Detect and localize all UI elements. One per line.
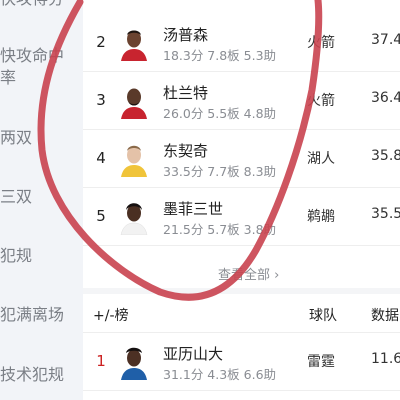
sidebar-item-label: 两双 — [0, 128, 33, 147]
column-header-team: 球队 — [309, 308, 337, 324]
sidebar-item-technical-fouls[interactable]: 技术犯规 — [0, 364, 83, 386]
sidebar-item-fastbreak-pct[interactable]: 快攻命中率 — [0, 45, 70, 89]
sidebar-item-label: 快攻命中率 — [0, 46, 65, 87]
rank-number: 4 — [96, 149, 106, 167]
stat-value: 37.4 — [371, 32, 400, 48]
stat-value: 35.5 — [371, 206, 400, 222]
player-stats: 26.0分 5.5板 4.8助 — [163, 106, 277, 121]
player-avatar — [121, 30, 147, 61]
plus-minus-header: +/-榜 球队 数据 — [83, 294, 400, 333]
stat-category-sidebar: 快攻得分 快攻命中率 两双 三双 犯规 犯满离场 技术犯规 — [0, 0, 83, 400]
see-all-link[interactable]: 查看全部 › — [218, 264, 279, 283]
player-stats: 33.5分 7.7板 8.3助 — [163, 164, 277, 179]
sidebar-item-label: 三双 — [0, 187, 33, 206]
player-name: 墨菲三世 — [163, 200, 224, 218]
team-name: 鹈鹕 — [307, 209, 335, 225]
team-name: 雷霆 — [307, 354, 335, 370]
table-row[interactable]: 3 杜兰特 26.0分 5.5板 4.8助 火箭 36.4 — [83, 72, 400, 130]
rank-number: 5 — [96, 207, 106, 225]
player-avatar — [121, 145, 147, 177]
player-avatar — [121, 88, 147, 119]
sidebar-item-label: 技术犯规 — [0, 365, 65, 384]
player-avatar — [121, 347, 147, 380]
rank-number: 1 — [96, 352, 106, 370]
player-name: 东契奇 — [163, 142, 209, 160]
sidebar-item-fouls[interactable]: 犯规 — [0, 245, 83, 267]
stat-value: 35.8 — [371, 148, 400, 164]
player-name: 杜兰特 — [163, 84, 209, 102]
sidebar-item-double-double[interactable]: 两双 — [0, 127, 83, 149]
stat-value: 11.6 — [371, 351, 400, 367]
stat-value: 36.4 — [371, 90, 400, 106]
rank-number: 3 — [96, 91, 106, 109]
table-row[interactable]: 5 墨菲三世 21.5分 5.7板 3.8助 鹈鹕 35.5 — [83, 188, 400, 246]
player-name: 汤普森 — [163, 26, 209, 44]
sidebar-item-label: 快攻得分 — [0, 0, 64, 8]
team-name: 火箭 — [307, 35, 335, 51]
table-row[interactable]: 4 东契奇 33.5分 7.7板 8.3助 湖人 35.8 — [83, 130, 400, 188]
team-name: 火箭 — [307, 93, 335, 109]
sidebar-item-triple-double[interactable]: 三双 — [0, 186, 83, 208]
player-name: 亚历山大 — [163, 345, 224, 363]
player-stats: 31.1分 4.3板 6.6助 — [163, 367, 277, 382]
table-row[interactable]: 1 亚历山大 31.1分 4.3板 6.6助 雷霆 11.6 — [83, 333, 400, 391]
sidebar-item-fouled-out[interactable]: 犯满离场 — [0, 304, 83, 326]
sidebar-item-label: 犯规 — [0, 246, 33, 265]
sidebar-item-fastbreak-points[interactable]: 快攻得分 — [0, 0, 83, 10]
player-avatar — [120, 203, 148, 235]
section-title: +/-榜 — [93, 308, 129, 324]
player-stats: 21.5分 5.7板 3.8助 — [163, 222, 277, 237]
team-name: 湖人 — [307, 151, 335, 167]
player-stats: 18.3分 7.8板 5.3助 — [163, 48, 277, 63]
sidebar-item-label: 犯满离场 — [0, 305, 65, 324]
column-header-data: 数据 — [371, 308, 399, 324]
table-row[interactable]: 2 汤普森 18.3分 7.8板 5.3助 火箭 37.4 — [83, 14, 400, 72]
rank-number: 2 — [96, 33, 106, 51]
